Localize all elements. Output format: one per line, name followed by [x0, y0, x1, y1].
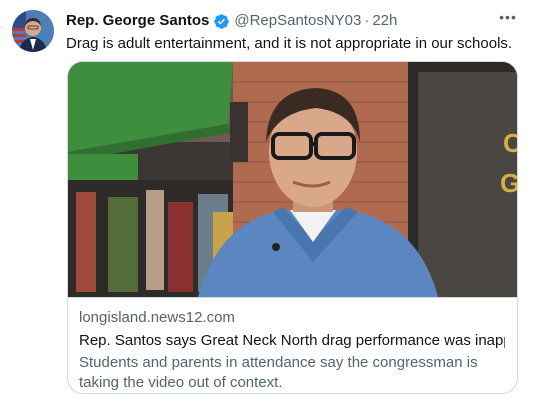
avatar[interactable] — [12, 10, 54, 52]
verified-badge-icon — [214, 13, 230, 29]
svg-text:C: C — [503, 128, 517, 158]
link-card-body[interactable]: longisland.news12.com Rep. Santos says G… — [68, 297, 517, 393]
card-title: Rep. Santos says Great Neck North drag p… — [79, 332, 505, 349]
card-description: Students and parents in attendance say t… — [79, 354, 478, 391]
svg-text:G: G — [500, 168, 517, 198]
handle[interactable]: @RepSantosNY03 — [234, 11, 361, 31]
link-card[interactable]: C G longisland.news12.com Rep. Santos sa… — [67, 61, 518, 394]
tweet-text: Drag is adult entertainment, and it is n… — [66, 35, 513, 52]
display-name[interactable]: Rep. George Santos — [66, 11, 209, 31]
tweet-header: Rep. George Santos @RepSantosNY03 · 22h — [66, 11, 521, 31]
separator: · — [364, 12, 370, 29]
card-domain: longisland.news12.com — [79, 309, 235, 326]
news-video-thumbnail: C G — [68, 62, 517, 297]
timestamp[interactable]: 22h — [372, 11, 397, 31]
more-horizontal-icon[interactable]: ••• — [497, 6, 519, 28]
tweet[interactable]: Rep. George Santos @RepSantosNY03 · 22h … — [0, 0, 533, 405]
avatar-image — [12, 10, 54, 52]
